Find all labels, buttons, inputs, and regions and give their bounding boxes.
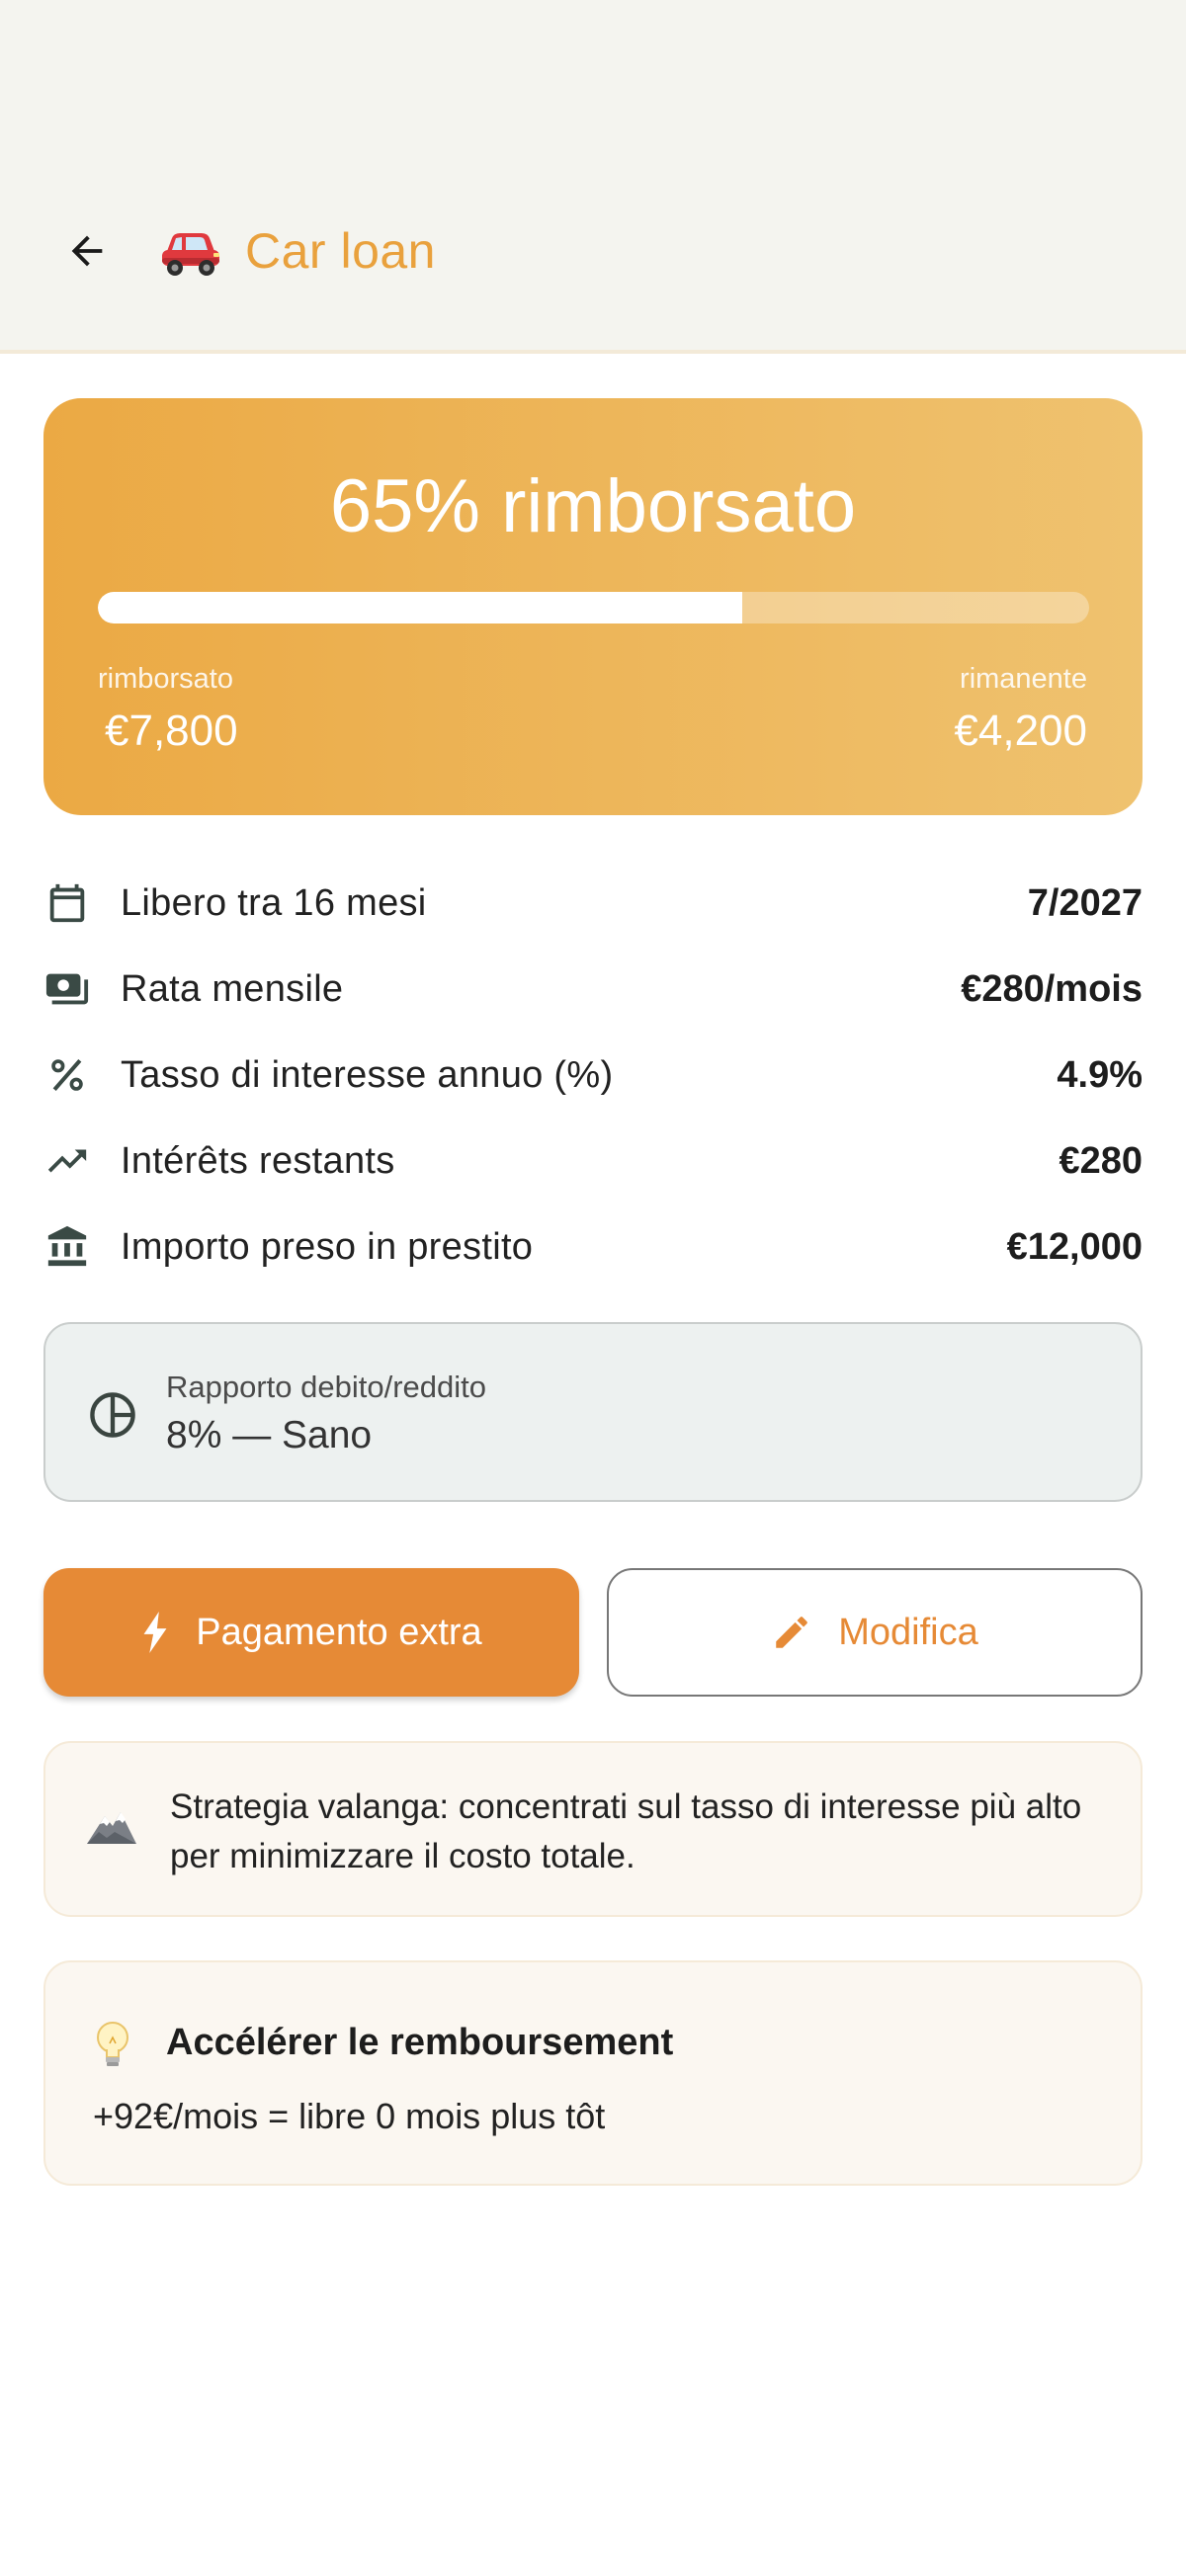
red-car-emoji [162, 233, 219, 276]
percent-icon [43, 1051, 91, 1099]
progress-headline: 65% rimborsato [329, 464, 857, 548]
extra-payment-label: Pagamento extra [196, 1611, 482, 1653]
payments-icon [43, 965, 91, 1013]
arrow-left-icon [71, 235, 103, 267]
calendar-icon [43, 879, 91, 927]
detail-value: 4.9% [1057, 1053, 1143, 1096]
debt-income-ratio-card: Rapporto debito/reddito 8% — Sano [43, 1322, 1143, 1502]
pie-chart-icon [90, 1392, 135, 1438]
progress-summary-card: 65% rimborsato rimborsato €7,800 rimanen… [43, 398, 1143, 815]
app-bar: Car loan [0, 0, 1186, 354]
detail-row-payoff-date: Libero tra 16 mesi 7/2027 [43, 873, 1143, 933]
progress-bar [98, 592, 1089, 623]
detail-label: Tasso di interesse annuo (%) [121, 1053, 614, 1096]
bank-icon [43, 1223, 91, 1271]
ratio-value: 8% — Sano [166, 1414, 373, 1456]
detail-row-monthly-payment: Rata mensile €280/mois [43, 959, 1143, 1019]
page-title: Car loan [245, 223, 436, 279]
detail-value: 7/2027 [1027, 881, 1143, 924]
strategy-tip-card: Strategia valanga: concentrati sul tasso… [43, 1741, 1143, 1917]
extra-payment-button[interactable]: Pagamento extra [43, 1568, 579, 1697]
paid-value: €7,800 [105, 706, 238, 755]
pencil-icon [776, 1617, 808, 1648]
progress-bar-fill [98, 592, 742, 623]
remaining-label: rimanente [960, 663, 1087, 695]
lightbulb-icon [97, 2022, 128, 2066]
paid-label: rimborsato [98, 663, 233, 695]
strategy-text: Strategia valanga: concentrati sul tasso… [170, 1787, 1082, 1875]
detail-label: Rata mensile [121, 967, 344, 1010]
detail-label: Importo preso in prestito [121, 1225, 534, 1268]
accelerate-title: Accélérer le remboursement [166, 2022, 674, 2063]
detail-value: €280 [1059, 1139, 1143, 1182]
detail-value: €12,000 [1006, 1225, 1143, 1268]
mountain-icon [87, 1812, 136, 1844]
back-button[interactable] [51, 215, 123, 287]
detail-label: Libero tra 16 mesi [121, 881, 427, 924]
detail-row-interest-rate: Tasso di interesse annuo (%) 4.9% [43, 1045, 1143, 1105]
accelerate-repayment-card: Accélérer le remboursement +92€/mois = l… [43, 1960, 1143, 2186]
detail-row-borrowed-amount: Importo preso in prestito €12,000 [43, 1217, 1143, 1277]
ratio-label: Rapporto debito/reddito [166, 1370, 487, 1404]
page-title-group: Car loan [158, 219, 436, 283]
edit-label: Modifica [838, 1611, 978, 1653]
remaining-value: €4,200 [954, 706, 1087, 755]
trending-up-icon [43, 1137, 91, 1185]
edit-button[interactable]: Modifica [607, 1568, 1143, 1697]
detail-label: Intérêts restants [121, 1139, 395, 1182]
bolt-icon [143, 1612, 167, 1653]
detail-value: €280/mois [961, 967, 1143, 1010]
accelerate-body: +92€/mois = libre 0 mois plus tôt [93, 2096, 606, 2136]
detail-row-remaining-interest: Intérêts restants €280 [43, 1131, 1143, 1191]
